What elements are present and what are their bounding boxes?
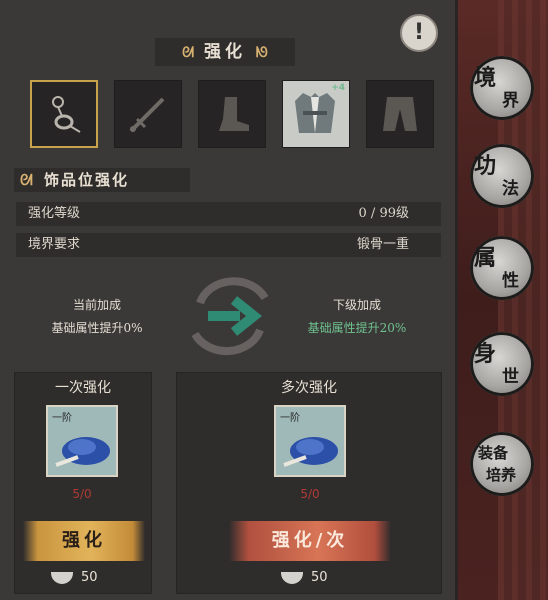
- level-label: 强化等级: [28, 206, 81, 221]
- enhance-stone-item[interactable]: 一阶: [46, 405, 118, 477]
- swirl-icon: ᘛ: [182, 45, 195, 61]
- multi-cost-value: 50: [311, 570, 328, 585]
- equipment-slots: +4: [30, 80, 434, 152]
- single-enhance-title: 一次强化: [55, 380, 111, 396]
- panel-title-text: 强化: [204, 42, 246, 62]
- slot-armor[interactable]: +4: [282, 80, 350, 148]
- nav-equipment-training[interactable]: 装备 培养: [470, 432, 534, 496]
- realm-label: 境界要求: [28, 237, 81, 252]
- nav-realm-char1: 境: [474, 65, 497, 91]
- nav-realm-char2: 界: [502, 91, 519, 111]
- nav-skills[interactable]: 功 法: [470, 144, 534, 208]
- swirl-icon: ᘚ: [255, 45, 268, 61]
- multi-material-count: 5/0: [300, 487, 320, 501]
- alert-icon[interactable]: !: [400, 14, 438, 52]
- multi-enhance-title: 多次强化: [281, 380, 337, 396]
- single-cost-value: 50: [81, 570, 98, 585]
- silver-ingot-icon: [281, 571, 303, 584]
- armor-level-badge: +4: [331, 83, 345, 93]
- nav-equipment-char1: 装备: [478, 444, 509, 462]
- nav-attributes[interactable]: 属 性: [470, 236, 534, 300]
- pants-icon: [383, 97, 417, 131]
- nav-attributes-char1: 属: [474, 245, 497, 271]
- nav-equipment-char2: 培养: [486, 466, 517, 484]
- ornament-icon: [52, 96, 81, 133]
- stat-row-realm: 境界要求 锻骨一重: [16, 233, 441, 257]
- current-bonus: 当前加成 基础属性提升0%: [22, 296, 172, 336]
- nav-attributes-char2: 性: [502, 271, 519, 291]
- silver-ingot-icon: [51, 571, 73, 584]
- single-cost: 50: [51, 569, 98, 587]
- realm-value: 锻骨一重: [356, 237, 409, 252]
- section-title: ᘛ 饰品位强化: [14, 168, 190, 192]
- nav-realm[interactable]: 境 界: [470, 56, 534, 120]
- slot-weapon[interactable]: [114, 80, 182, 148]
- stat-row-level: 强化等级 0 / 99级: [16, 202, 441, 226]
- current-bonus-label: 当前加成: [72, 298, 121, 312]
- sword-icon: [129, 97, 165, 133]
- enhance-stone-item[interactable]: 一阶: [274, 405, 346, 477]
- next-bonus-label: 下级加成: [332, 298, 381, 312]
- next-bonus: 下级加成 基础属性提升20%: [282, 296, 432, 336]
- nav-background-char1: 身: [474, 341, 497, 367]
- swirl-icon: ᘛ: [20, 171, 33, 189]
- multi-enhance-button[interactable]: 强化/次: [229, 521, 391, 561]
- panel-title: ᘛ 强化 ᘚ: [155, 38, 295, 66]
- slot-boots[interactable]: [198, 80, 266, 148]
- section-title-text: 饰品位强化: [44, 171, 130, 189]
- level-value: 0 / 99级: [358, 206, 409, 221]
- nav-background[interactable]: 身 世: [470, 332, 534, 396]
- item-tier: 一阶: [52, 413, 72, 424]
- item-tier: 一阶: [280, 413, 300, 424]
- enhance-panel: ! ᘛ 强化 ᘚ +4 ᘛ 饰品位强化 强化等级 0 / 99级 境界要求 锻骨…: [0, 0, 458, 600]
- armor-icon: [295, 93, 335, 133]
- boots-icon: [219, 97, 249, 131]
- nav-skills-char1: 功: [474, 153, 497, 179]
- multi-enhance-card: 多次强化 一阶 5/0 强化/次 50: [176, 372, 442, 594]
- enhance-button[interactable]: 强化: [23, 521, 145, 561]
- current-bonus-value: 基础属性提升0%: [51, 321, 143, 335]
- upgrade-arrow-icon: [180, 268, 280, 363]
- nav-skills-char2: 法: [502, 179, 519, 199]
- single-material-count: 5/0: [72, 487, 92, 501]
- multi-cost: 50: [281, 569, 328, 587]
- slot-pants[interactable]: [366, 80, 434, 148]
- next-bonus-value: 基础属性提升20%: [307, 321, 407, 335]
- single-enhance-card: 一次强化 一阶 5/0 强化 50: [14, 372, 152, 594]
- slot-ornament[interactable]: [30, 80, 98, 148]
- nav-background-char2: 世: [502, 367, 519, 387]
